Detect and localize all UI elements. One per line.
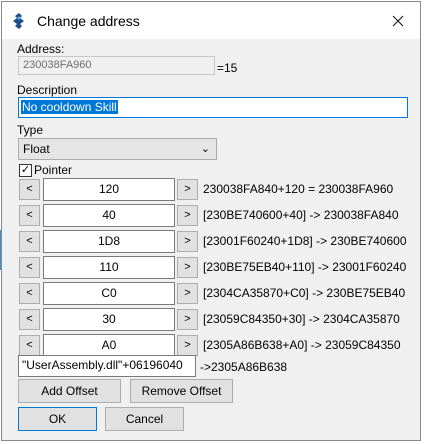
offset-input[interactable]: 120 [43,178,175,201]
offset-increment-button[interactable]: > [177,309,198,330]
offset-result: [2305A86B638+A0] -> 23059C84350 [203,338,401,352]
offset-decrement-button[interactable]: < [19,179,40,200]
remove-offset-button[interactable]: Remove Offset [130,379,233,403]
offset-result: [23001F60240+1D8] -> 230BE740600 [203,234,407,248]
pointer-label: Pointer [34,163,73,177]
offset-input[interactable]: C0 [43,282,175,305]
offset-input[interactable]: 110 [43,256,175,279]
offset-result: 230038FA840+120 = 230038FA960 [203,182,394,196]
close-icon [392,15,404,26]
address-field[interactable]: 230038FA960 [18,56,215,75]
description-value: No cooldown Skill [21,100,118,114]
offset-input[interactable]: 30 [43,308,175,331]
cheat-engine-icon [13,13,24,29]
title-bar: Change address [2,2,420,39]
offset-decrement-button[interactable]: < [19,231,40,252]
type-label: Type [17,123,44,137]
pointer-checkbox[interactable]: ✓ [19,164,32,177]
offset-input[interactable]: 1D8 [43,230,175,253]
chevron-down-icon: ⌄ [200,143,210,155]
offset-input[interactable]: 40 [43,204,175,227]
offset-decrement-button[interactable]: < [19,309,40,330]
window-title: Change address [37,13,140,29]
offset-input[interactable]: A0 [43,334,175,357]
offset-result: [230BE740600+40] -> 230038FA840 [203,208,399,222]
offset-decrement-button[interactable]: < [19,335,40,356]
offset-increment-button[interactable]: > [177,205,198,226]
offset-increment-button[interactable]: > [177,179,198,200]
offset-result: [230BE75EB40+110] -> 23001F60240 [203,260,407,274]
offset-increment-button[interactable]: > [177,283,198,304]
description-input[interactable]: No cooldown Skill [18,97,408,118]
base-address-result: ->2305A86B638 [200,360,288,374]
address-size-suffix: =15 [217,61,238,75]
offset-decrement-button[interactable]: < [19,257,40,278]
offset-increment-button[interactable]: > [177,231,198,252]
ok-button[interactable]: OK [18,407,97,431]
description-label: Description [17,83,78,97]
offset-result: [23059C84350+30] -> 2304CA35870 [203,312,400,326]
close-button[interactable] [376,2,420,39]
offset-decrement-button[interactable]: < [19,283,40,304]
offset-increment-button[interactable]: > [177,335,198,356]
type-select[interactable]: Float ⌄ [18,138,217,160]
base-address-input[interactable]: "UserAssembly.dll"+06196040 [18,355,196,377]
offset-decrement-button[interactable]: < [19,205,40,226]
change-address-dialog: Change address Address: 230038FA960 =15 … [1,1,421,441]
offset-increment-button[interactable]: > [177,257,198,278]
offset-result: [2304CA35870+C0] -> 230BE75EB40 [203,286,406,300]
address-label: Address: [17,42,65,56]
type-selected-value: Float [23,142,50,156]
add-offset-button[interactable]: Add Offset [18,379,121,403]
cancel-button[interactable]: Cancel [105,407,184,431]
